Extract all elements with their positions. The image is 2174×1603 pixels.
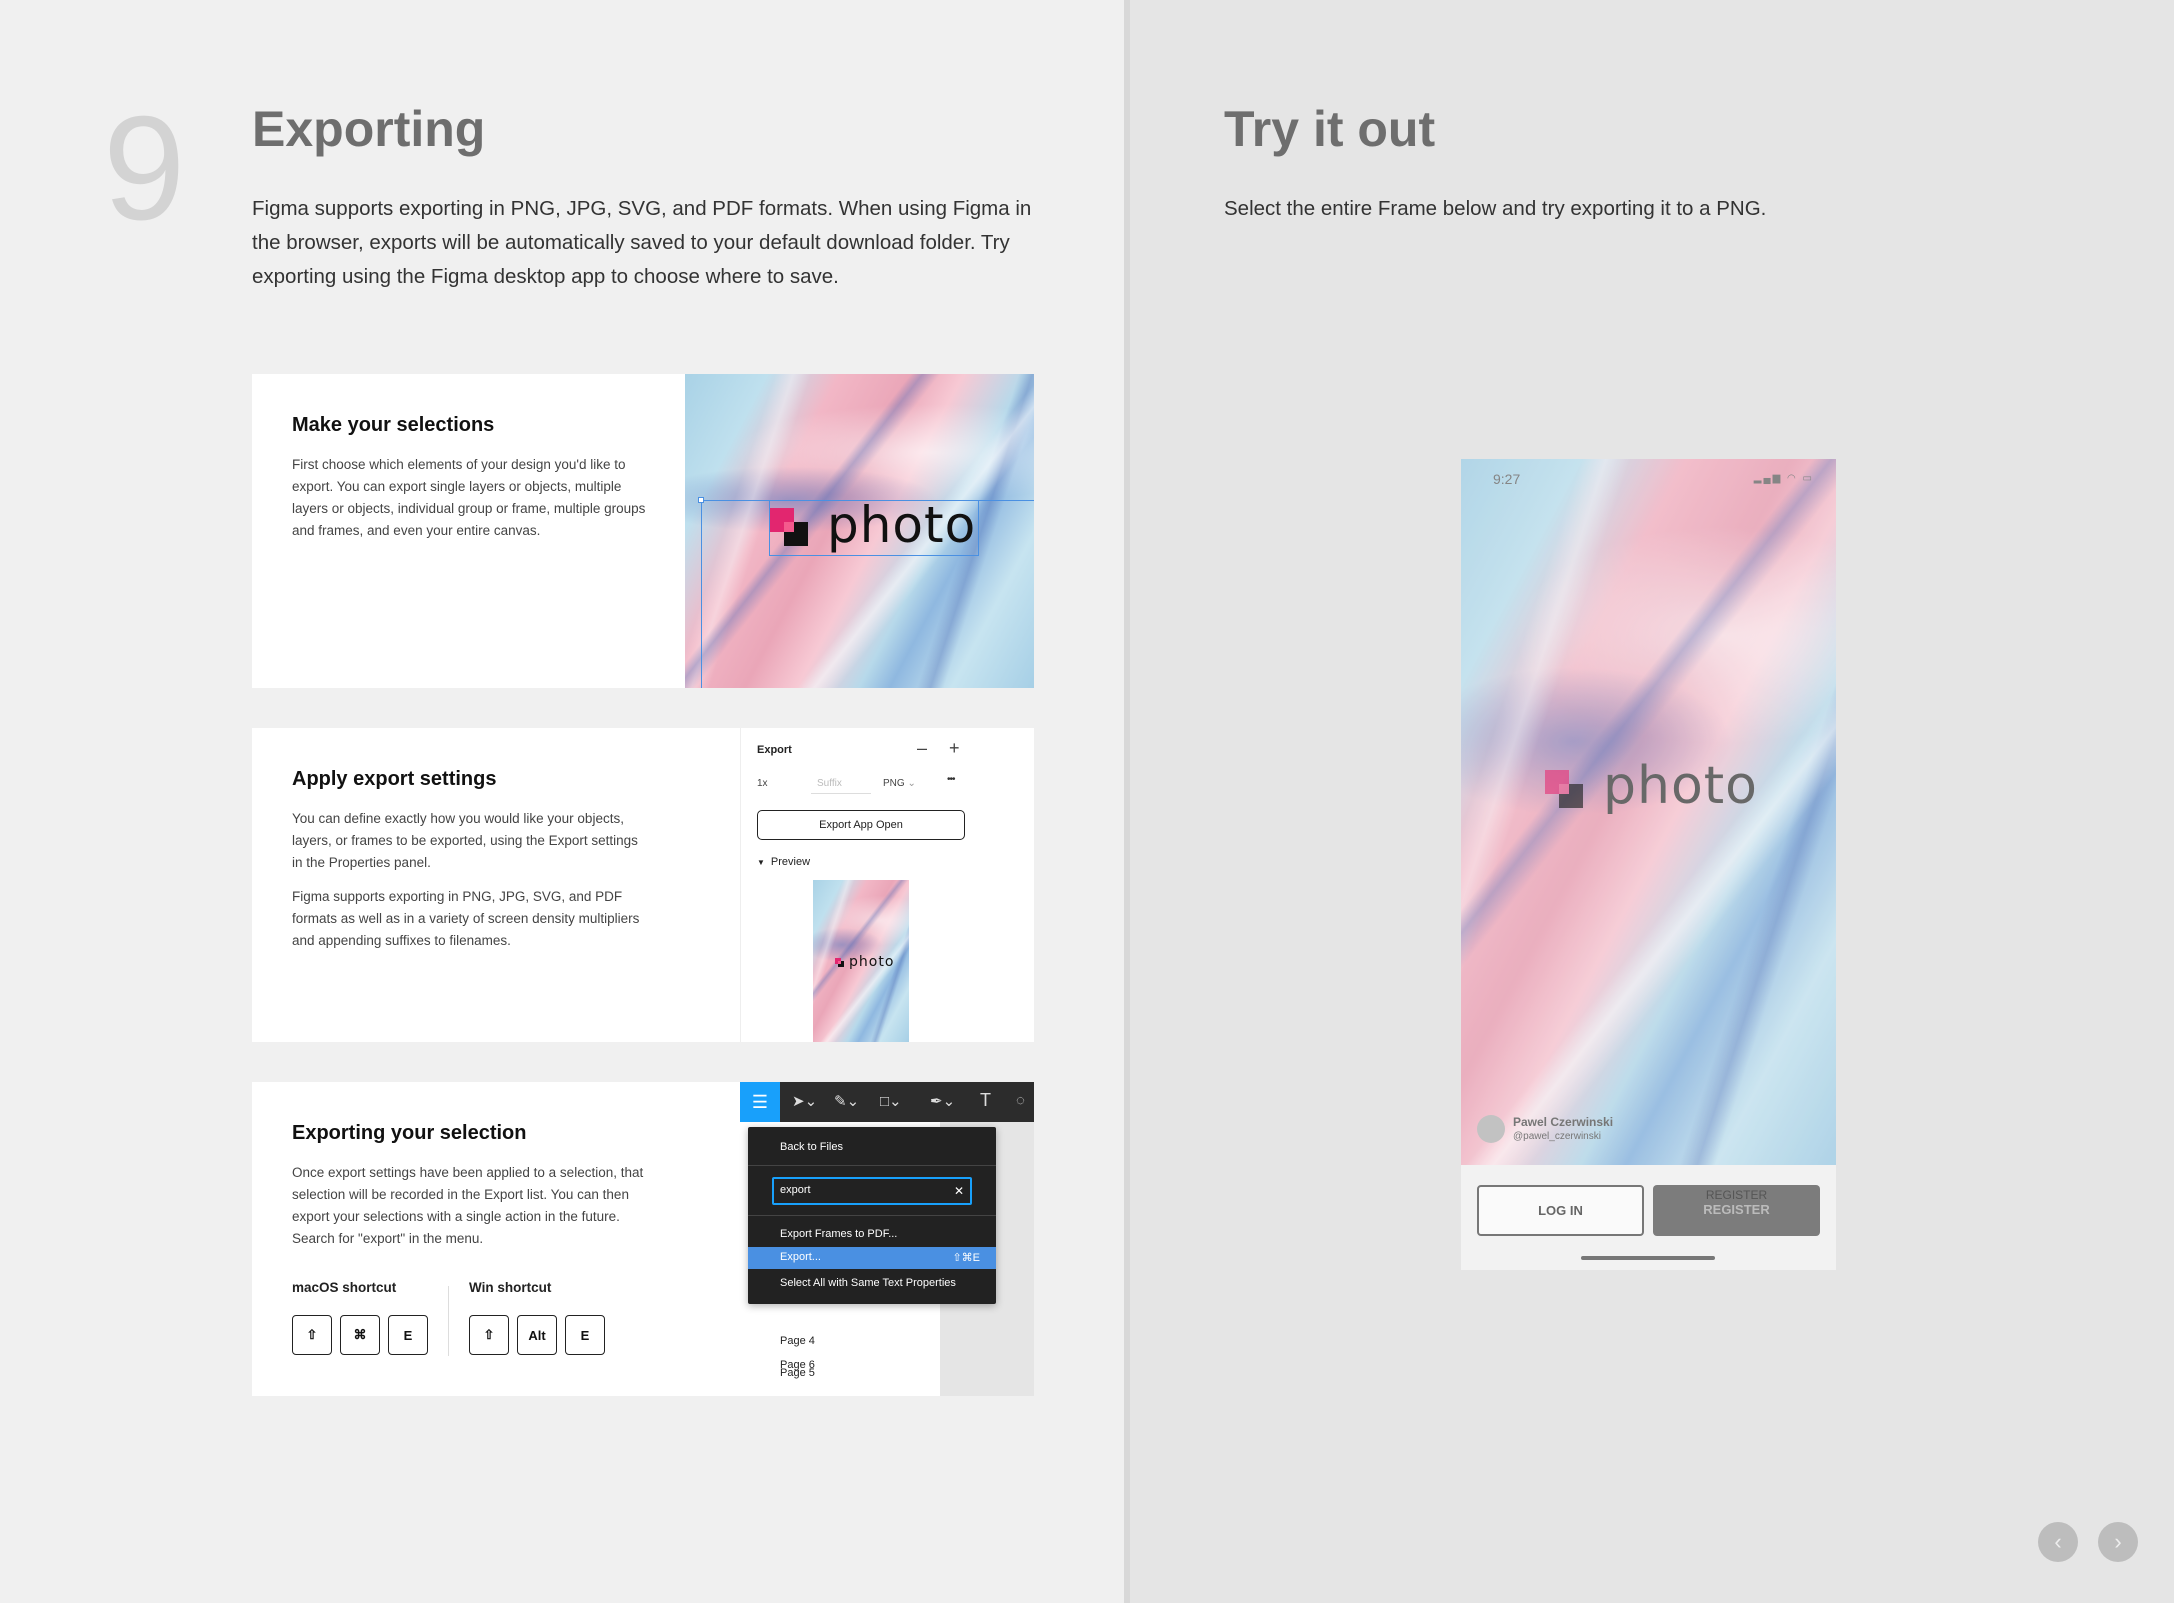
prev-button[interactable]: ‹ bbox=[2038, 1522, 2078, 1562]
pen-tool-icon[interactable]: ✒⌄ bbox=[930, 1092, 955, 1110]
credit-name: Pawel Czerwinski bbox=[1513, 1115, 1614, 1129]
main-menu-icon[interactable]: ☰ bbox=[740, 1082, 780, 1122]
mac-shortcut-label: macOS shortcut bbox=[292, 1280, 397, 1295]
try-it-panel: Try it out Select the entire Frame below… bbox=[1124, 0, 2174, 1603]
main-menu-dropdown: Back to Files export ✕ Export Frames to … bbox=[748, 1127, 996, 1304]
marble-image: photo bbox=[685, 374, 1034, 688]
shift-key: ⇧ bbox=[292, 1315, 332, 1355]
preview-label: Preview bbox=[770, 856, 811, 868]
shift-key: ⇧ bbox=[469, 1315, 509, 1355]
divider bbox=[748, 1165, 996, 1166]
card-exporting-selection: Exporting your selection Once export set… bbox=[252, 1082, 1034, 1396]
try-instruction: Select the entire Frame below and try ex… bbox=[1224, 197, 1767, 220]
step-number: 9 bbox=[103, 86, 186, 251]
toolbar: ☰ ➤⌄ ✎⌄ □⌄ ✒⌄ T ◌ bbox=[740, 1082, 1034, 1122]
back-to-files[interactable]: Back to Files bbox=[780, 1141, 843, 1153]
card-make-selections: Make your selections First choose which … bbox=[252, 374, 1034, 688]
clear-search-icon[interactable]: ✕ bbox=[954, 1184, 964, 1198]
card-title: Make your selections bbox=[292, 414, 495, 436]
figma-ui-mock: ☰ ➤⌄ ✎⌄ □⌄ ✒⌄ T ◌ Page 4 Page 5 ✓ Page 6… bbox=[740, 1082, 1034, 1396]
credit-handle: @pawel_czerwinski bbox=[1513, 1131, 1601, 1142]
region-tool-icon[interactable]: ✎⌄ bbox=[834, 1092, 859, 1110]
e-key: E bbox=[565, 1315, 605, 1355]
more-options-icon[interactable]: ••• bbox=[947, 774, 955, 785]
cmd-key: ⌘ bbox=[340, 1315, 380, 1355]
text-tool-icon[interactable]: T bbox=[980, 1090, 991, 1111]
photo-logo-text: photo bbox=[849, 954, 895, 970]
chevron-down-icon: ⌄ bbox=[907, 778, 916, 789]
divider bbox=[748, 1215, 996, 1216]
card-body: First choose which elements of your desi… bbox=[292, 457, 646, 538]
export-preview-image: photo bbox=[813, 880, 909, 1042]
page-item[interactable]: Page 4 bbox=[780, 1335, 815, 1347]
preview-toggle[interactable]: ▼ Preview bbox=[757, 856, 810, 868]
move-tool-icon[interactable]: ➤⌄ bbox=[792, 1092, 817, 1110]
card-title: Apply export settings bbox=[292, 768, 497, 790]
login-button[interactable]: LOG IN bbox=[1477, 1185, 1644, 1236]
format-value: PNG bbox=[883, 778, 905, 789]
menu-item-shortcut: ⇧⌘E bbox=[952, 1252, 980, 1264]
try-title: Try it out bbox=[1224, 101, 1436, 157]
photo-logo-icon bbox=[770, 508, 808, 546]
photo-logo-text: photo bbox=[1603, 756, 1758, 816]
menu-item-label: Export... bbox=[780, 1251, 821, 1263]
comment-tool-icon[interactable]: ◌ bbox=[1016, 1092, 1025, 1109]
status-icons: ▂▄▆ ◠ ▭ bbox=[1753, 473, 1814, 484]
phone-frame[interactable]: 9:27 ▂▄▆ ◠ ▭ photo Pawel Czerwinski @paw… bbox=[1461, 459, 1836, 1270]
suffix-input[interactable]: Suffix bbox=[811, 772, 871, 794]
search-value: export bbox=[780, 1184, 811, 1196]
status-time: 9:27 bbox=[1493, 471, 1521, 487]
next-button[interactable]: › bbox=[2098, 1522, 2138, 1562]
photo-logo-text: photo bbox=[827, 496, 977, 554]
intro-text: Figma supports exporting in PNG, JPG, SV… bbox=[252, 197, 1032, 288]
e-key: E bbox=[388, 1315, 428, 1355]
format-select[interactable]: PNG ⌄ bbox=[883, 778, 916, 789]
card-body-2: Figma supports exporting in PNG, JPG, SV… bbox=[292, 889, 640, 948]
export-properties-panel: Export – + 1x Suffix PNG ⌄ ••• Export Ap… bbox=[740, 728, 980, 1042]
add-export-icon[interactable]: + bbox=[949, 738, 960, 759]
selection-handle bbox=[698, 497, 704, 503]
export-header: Export bbox=[757, 744, 792, 756]
page-item-selected[interactable]: Page 6 bbox=[780, 1359, 815, 1371]
register-button[interactable]: REGISTER REGISTER bbox=[1653, 1185, 1820, 1236]
photo-logo-icon bbox=[835, 958, 844, 967]
scale-select[interactable]: 1x bbox=[757, 778, 768, 789]
card-body: Once export settings have been applied t… bbox=[292, 1165, 644, 1246]
shape-tool-icon[interactable]: □⌄ bbox=[880, 1092, 902, 1110]
lesson-panel: 9 Exporting Figma supports exporting in … bbox=[0, 0, 1124, 1603]
phone-background-image: 9:27 ▂▄▆ ◠ ▭ photo Pawel Czerwinski @paw… bbox=[1461, 459, 1836, 1165]
card-export-settings: Apply export settings You can define exa… bbox=[252, 728, 1034, 1042]
remove-export-icon[interactable]: – bbox=[917, 738, 927, 759]
menu-item-export-frames-pdf[interactable]: Export Frames to PDF... bbox=[780, 1228, 897, 1240]
alt-key: Alt bbox=[517, 1315, 557, 1355]
divider bbox=[448, 1286, 449, 1356]
export-button[interactable]: Export App Open bbox=[757, 810, 965, 840]
avatar bbox=[1477, 1115, 1505, 1143]
menu-search-input[interactable]: export bbox=[772, 1177, 972, 1205]
register-label: REGISTER bbox=[1703, 1202, 1770, 1217]
home-indicator bbox=[1581, 1256, 1715, 1260]
win-shortcut-label: Win shortcut bbox=[469, 1280, 552, 1295]
caret-down-icon: ▼ bbox=[757, 858, 765, 867]
page-title: Exporting bbox=[252, 101, 486, 157]
photo-logo-icon bbox=[1545, 770, 1583, 808]
register-label-top: REGISTER bbox=[1705, 1188, 1768, 1202]
card-title: Exporting your selection bbox=[292, 1122, 527, 1144]
menu-item-export[interactable]: Export... ⇧⌘E bbox=[748, 1247, 996, 1269]
card-body-1: You can define exactly how you would lik… bbox=[292, 811, 638, 870]
menu-item-select-same-text[interactable]: Select All with Same Text Properties bbox=[780, 1277, 956, 1289]
